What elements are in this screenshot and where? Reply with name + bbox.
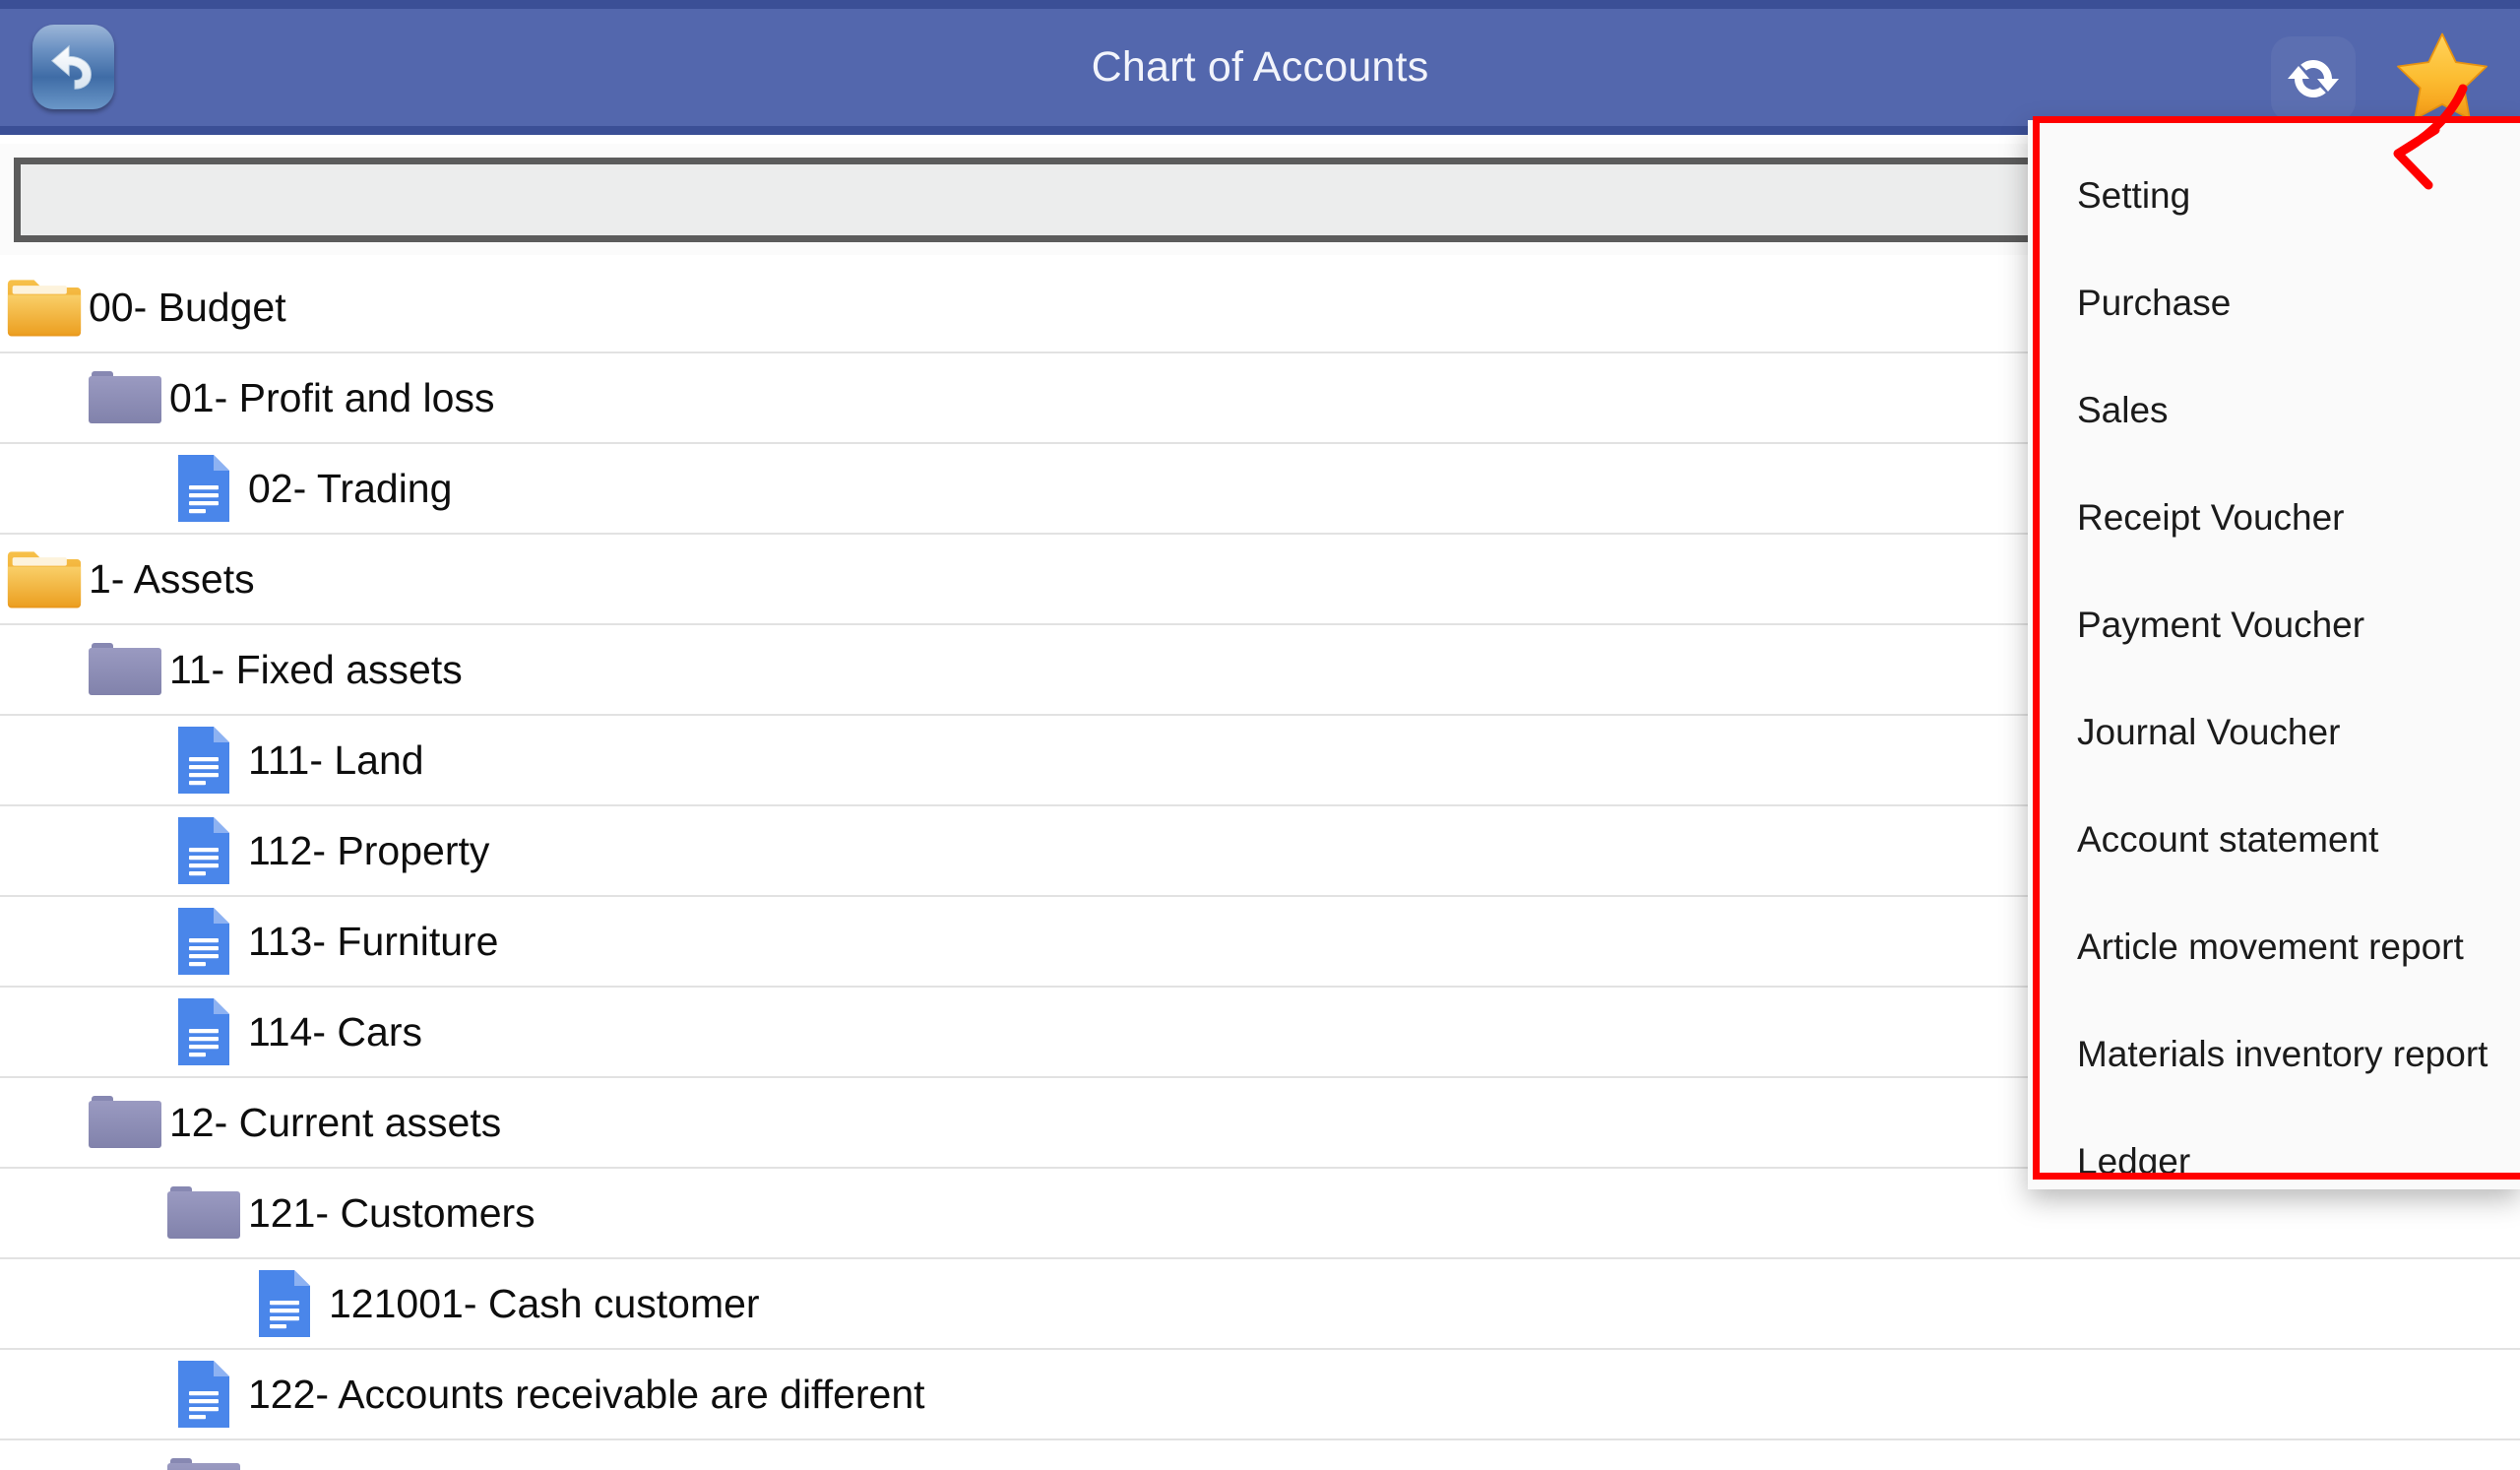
folder-open-yellow-icon [6, 269, 83, 346]
tree-row-indent [0, 670, 87, 671]
tree-row-label: 113- Furniture [248, 918, 499, 964]
tree-row-label: 121- Customers [248, 1189, 536, 1236]
favorites-menu-button[interactable] [2394, 29, 2490, 125]
menu-item-sales[interactable]: Sales [2077, 379, 2520, 442]
menu-item-purchase[interactable]: Purchase [2077, 272, 2520, 335]
menu-item-article-movement-report[interactable]: Article movement report [2077, 916, 2520, 979]
app-root: Chart of Accounts 00- Budget 01- Profit … [0, 0, 2520, 1470]
tree-row-indent [0, 1213, 165, 1214]
tree-row-indent [0, 760, 165, 761]
tree-row[interactable]: 121001- Cash customer [0, 1259, 2520, 1350]
folder-purple-icon [87, 631, 163, 708]
document-blue-icon [165, 812, 242, 889]
tree-row-indent [0, 398, 87, 399]
menu-item-materials-inventory-report[interactable]: Materials inventory report [2077, 1023, 2520, 1086]
tree-row-label: 114- Cars [248, 1008, 422, 1055]
menu-item-journal-voucher[interactable]: Journal Voucher [2077, 701, 2520, 764]
tree-row[interactable] [0, 1440, 2520, 1470]
tree-row-label: 02- Trading [248, 465, 453, 511]
tree-row[interactable]: 122- Accounts receivable are different [0, 1350, 2520, 1440]
favorites-dropdown-menu[interactable]: Setting Purchase Sales Receipt Voucher Payme… [2033, 116, 2520, 1180]
tree-row-label: 00- Budget [89, 284, 286, 330]
document-blue-icon [165, 1356, 242, 1433]
tree-row-label: 122- Accounts receivable are different [248, 1371, 925, 1417]
menu-item-receipt-voucher[interactable]: Receipt Voucher [2077, 486, 2520, 549]
folder-purple-icon [87, 1084, 163, 1161]
folder-purple-icon [165, 1175, 242, 1251]
tree-row-indent [0, 941, 165, 942]
menu-item-ledger[interactable]: Ledger [2077, 1130, 2520, 1173]
tree-row-indent [0, 1394, 165, 1395]
refresh-button[interactable] [2271, 36, 2356, 121]
document-blue-icon [165, 722, 242, 799]
menu-item-account-statement[interactable]: Account statement [2077, 808, 2520, 871]
document-blue-icon [165, 450, 242, 527]
tree-row-indent [0, 488, 165, 489]
tree-row-label: 1- Assets [89, 555, 255, 602]
page-title: Chart of Accounts [1091, 43, 1429, 91]
folder-purple-icon [165, 1446, 242, 1470]
menu-item-payment-voucher[interactable]: Payment Voucher [2077, 594, 2520, 657]
menu-item-setting[interactable]: Setting [2077, 164, 2520, 227]
tree-row-indent [0, 1122, 87, 1123]
folder-open-yellow-icon [6, 541, 83, 617]
tree-row-label: 121001- Cash customer [329, 1280, 760, 1326]
document-blue-icon [165, 903, 242, 980]
tree-row-indent [0, 1032, 165, 1033]
document-blue-icon [165, 993, 242, 1070]
tree-row-indent [0, 1304, 246, 1305]
tree-row-label: 01- Profit and loss [169, 374, 495, 420]
star-icon [2395, 30, 2489, 124]
tree-row-label: 12- Current assets [169, 1099, 502, 1145]
app-bar: Chart of Accounts [0, 0, 2520, 135]
refresh-icon [2282, 47, 2345, 110]
tree-row-label: 112- Property [248, 827, 490, 873]
folder-purple-icon [87, 359, 163, 436]
tree-row-label: 111- Land [248, 736, 424, 783]
document-blue-icon [246, 1265, 323, 1342]
tree-row-indent [0, 851, 165, 852]
tree-row-label: 11- Fixed assets [169, 646, 463, 692]
